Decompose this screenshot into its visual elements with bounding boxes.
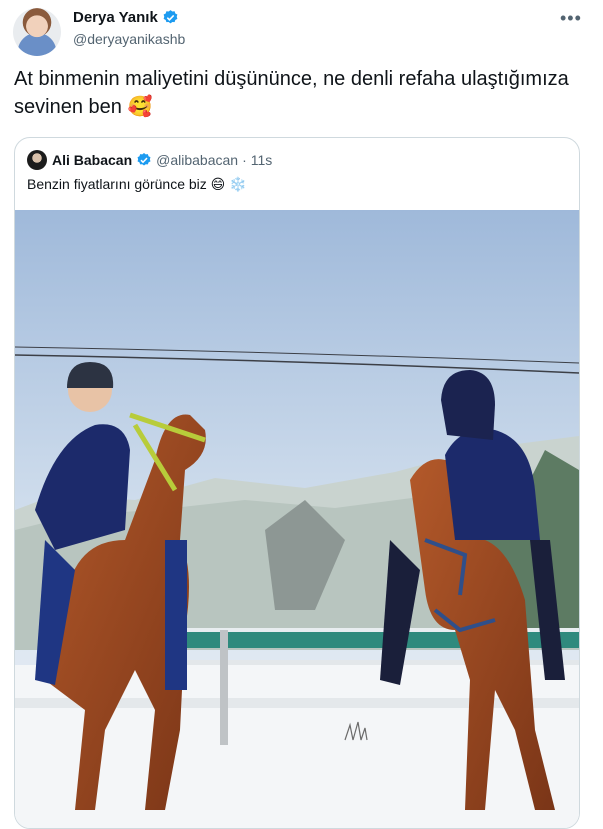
author-name[interactable]: Derya Yanık	[73, 9, 158, 26]
grinning-emoji: 😄	[210, 177, 226, 193]
snowflake-emoji: ❄️	[229, 177, 247, 193]
verified-badge-icon	[163, 10, 178, 24]
quoted-author-handle: @alibabacan	[156, 152, 239, 168]
quoted-avatar	[27, 150, 47, 170]
tweet-text: At binmenin maliyetini düşününce, ne den…	[14, 66, 574, 121]
quoted-text: Benzin fiyatlarını görünce biz 😄 ❄️	[27, 176, 247, 193]
quoted-author-name: Ali Babacan	[52, 152, 133, 168]
quoted-timestamp: 11s	[250, 152, 273, 168]
author-avatar[interactable]	[13, 8, 61, 56]
more-icon[interactable]: •••	[560, 8, 582, 29]
author-name-row: Derya Yanık	[73, 9, 179, 26]
separator-dot: ·	[242, 152, 247, 168]
smiling-hearts-emoji: 🥰	[127, 94, 153, 118]
tweet-text-body: At binmenin maliyetini düşününce, ne den…	[14, 68, 569, 118]
quoted-header: Ali Babacan @alibabacan · 11s	[27, 150, 272, 170]
quoted-text-body: Benzin fiyatlarını görünce biz	[27, 176, 207, 192]
verified-badge-icon	[137, 153, 151, 166]
quoted-photo[interactable]	[15, 210, 579, 829]
author-handle[interactable]: @deryayanikashb	[73, 31, 185, 47]
tweet-card: Derya Yanık @deryayanikashb ••• At binme…	[0, 0, 603, 829]
quoted-tweet[interactable]: Ali Babacan @alibabacan · 11s Benzin fiy…	[14, 137, 580, 829]
